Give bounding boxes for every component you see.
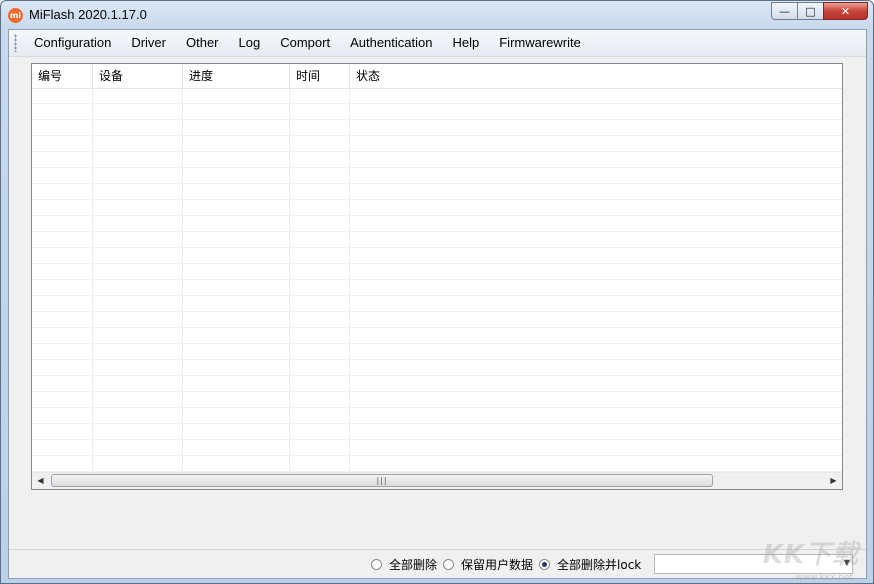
client-area: Configuration Driver Other Log Comport A…: [8, 29, 867, 579]
radio-save-user-data[interactable]: 保留用户数据: [443, 556, 533, 573]
menu-firmwarewrite[interactable]: Firmwarewrite: [489, 30, 591, 56]
close-button[interactable]: ✕: [823, 2, 868, 20]
radio-circle-icon[interactable]: [443, 559, 454, 570]
window-controls: — □ ✕: [771, 2, 868, 22]
menu-help[interactable]: Help: [442, 30, 489, 56]
list-body[interactable]: [32, 88, 842, 472]
menu-log[interactable]: Log: [229, 30, 271, 56]
column-header-time[interactable]: 时间: [290, 64, 350, 88]
title-bar[interactable]: mi MiFlash 2020.1.17.0 — □ ✕: [1, 1, 873, 29]
menu-other[interactable]: Other: [176, 30, 229, 56]
column-header-device[interactable]: 设备: [93, 64, 183, 88]
menu-bar: Configuration Driver Other Log Comport A…: [9, 30, 866, 57]
minimize-button[interactable]: —: [771, 2, 797, 20]
menu-authentication[interactable]: Authentication: [340, 30, 442, 56]
flash-mode-options: 全部删除 保留用户数据 全部删除并lock: [371, 550, 647, 578]
radio-label: 全部删除并lock: [557, 556, 641, 573]
radio-label: 保留用户数据: [461, 556, 533, 573]
radio-clean-all[interactable]: 全部删除: [371, 556, 437, 573]
device-list[interactable]: 编号 设备 进度 时间 状态 ◀ ||| ▶: [31, 63, 843, 490]
watermark-url: www.kkx.net: [796, 573, 854, 583]
menu-comport[interactable]: Comport: [270, 30, 340, 56]
list-header: 编号 设备 进度 时间 状态: [32, 64, 842, 89]
mi-logo-icon: mi: [8, 8, 23, 23]
kk-watermark-logo: KK下载: [763, 534, 859, 571]
scroll-left-icon[interactable]: ◀: [32, 473, 49, 489]
scroll-right-icon[interactable]: ▶: [825, 473, 842, 489]
radio-label: 全部删除: [389, 556, 437, 573]
column-header-id[interactable]: 编号: [32, 64, 93, 88]
scroll-thumb[interactable]: |||: [51, 474, 713, 487]
window-title: MiFlash 2020.1.17.0: [29, 7, 147, 22]
maximize-button[interactable]: □: [797, 2, 823, 20]
menu-configuration[interactable]: Configuration: [24, 30, 121, 56]
menu-driver[interactable]: Driver: [121, 30, 176, 56]
column-header-status[interactable]: 状态: [350, 64, 842, 88]
radio-clean-all-and-lock[interactable]: 全部删除并lock: [539, 556, 641, 573]
status-bar: 全部删除 保留用户数据 全部删除并lock ▼: [9, 549, 866, 578]
column-header-progress[interactable]: 进度: [183, 64, 290, 88]
horizontal-scrollbar[interactable]: ◀ ||| ▶: [32, 472, 842, 489]
miflash-window: mi MiFlash 2020.1.17.0 — □ ✕ Configurati…: [0, 0, 874, 584]
menu-grip-icon[interactable]: [14, 34, 17, 52]
radio-selected-icon[interactable]: [539, 559, 550, 570]
radio-circle-icon[interactable]: [371, 559, 382, 570]
